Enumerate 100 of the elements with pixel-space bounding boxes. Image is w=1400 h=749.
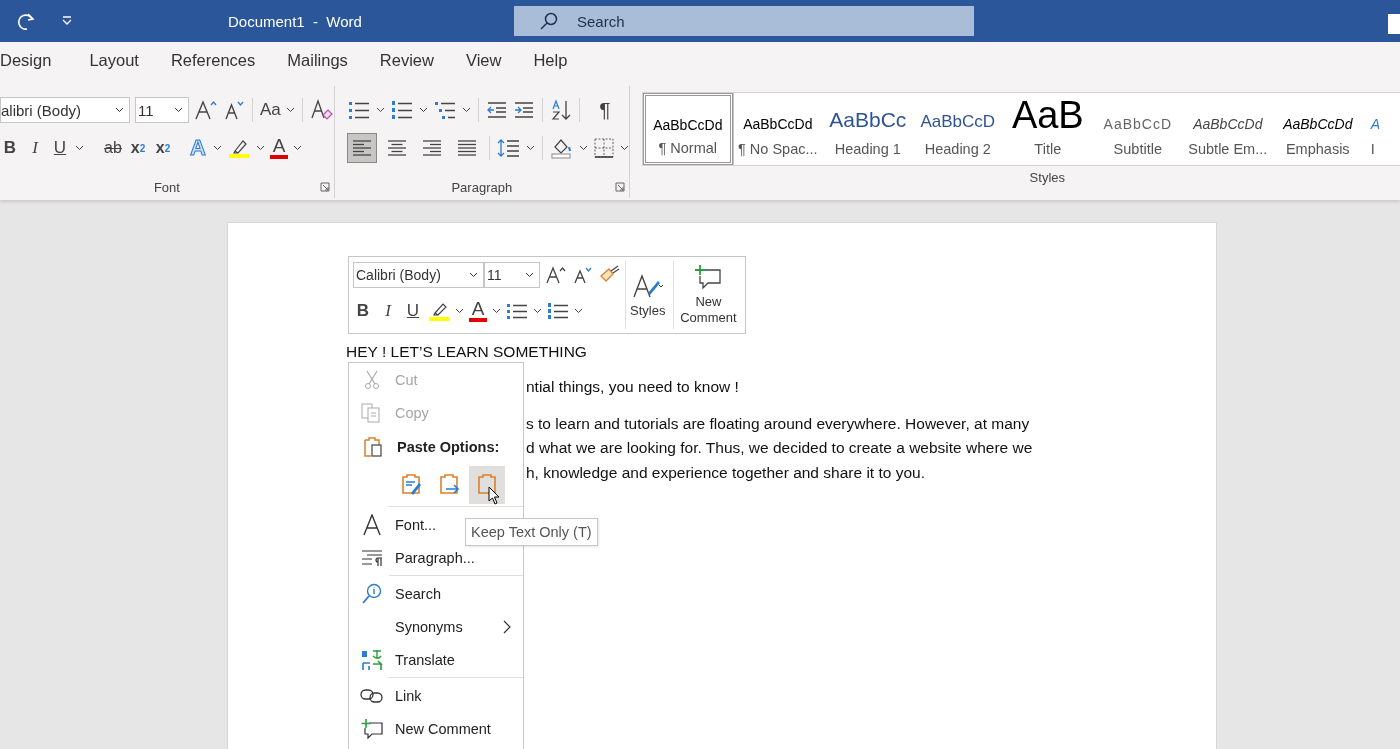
caret-icon[interactable] [375,107,385,113]
new-comment-icon [361,718,383,739]
menu-item[interactable]: Link [349,679,523,712]
ribbon-tab[interactable]: Review [363,42,450,82]
bullets-icon[interactable] [506,301,528,321]
ribbon-tab[interactable]: References [154,42,272,82]
caret-icon[interactable] [418,107,428,113]
underline-button[interactable]: U [403,298,423,324]
font-size-field[interactable]: 11 [484,262,540,288]
search-icon [361,582,383,605]
caret-icon[interactable] [213,145,222,151]
styles-button[interactable]: Styles [625,261,670,329]
align-icon [421,139,442,157]
style-item[interactable]: AaB Title [1002,93,1093,165]
group-label: Font [153,179,180,195]
style-item[interactable]: A I [1362,93,1400,165]
font-name-field[interactable]: Calibri (Body) [353,262,484,288]
caret-icon[interactable] [293,145,302,151]
sort-icon[interactable] [549,99,572,121]
align-button[interactable] [346,133,377,163]
menu-heading: Paste Options: [397,439,500,455]
grow-font-icon[interactable] [545,265,567,285]
caret-icon[interactable] [525,145,535,151]
menu-item[interactable]: Synonyms [349,610,523,643]
ribbon-tab[interactable]: View [449,42,518,82]
italic-button[interactable]: I [378,298,398,324]
paragraph-icon [361,548,383,567]
document-text: d what we are looking for. Thus, we decided to create a website where we [526,438,1033,458]
align-icon [456,139,477,157]
new-comment-icon [694,264,723,290]
paste-option-button[interactable] [469,466,505,504]
caret-icon[interactable] [461,107,471,113]
font-name-field[interactable]: alibri (Body) [0,97,130,123]
style-item[interactable]: AaBbCcDd Subtle Em... [1182,93,1273,165]
italic-button[interactable]: I [25,135,45,161]
scissors-icon [363,369,381,390]
shading-icon[interactable] [549,137,574,159]
font-size-field[interactable]: 11 [135,97,189,123]
underline-button[interactable]: U [50,135,70,161]
document-text: ntial things, you need to know ! [526,377,739,397]
font-color-button[interactable]: A [270,137,288,159]
increase-indent-icon[interactable] [512,100,535,120]
caret-icon[interactable] [75,145,84,151]
clipboard-icon [437,473,461,497]
clear-formatting-icon[interactable] [309,98,334,122]
window-title: Document1 - Word [228,12,363,30]
caret-icon[interactable] [256,145,265,151]
numbering-icon[interactable] [547,301,569,321]
caret-icon[interactable] [578,145,588,151]
caret-icon[interactable] [455,308,464,314]
ribbon-tab[interactable]: Layout [73,42,155,82]
caret-icon[interactable] [574,308,583,314]
group-label: Paragraph [451,179,513,195]
copy-icon [361,402,383,423]
bold-button[interactable]: B [353,298,373,324]
show-marks-button[interactable]: ¶ [594,97,615,123]
style-item[interactable]: AaBbCcD Heading 2 [912,93,1003,165]
multilevel-list-icon[interactable] [432,99,457,121]
customize-caret-icon[interactable] [61,16,73,26]
line-spacing-icon[interactable] [496,137,521,159]
caret-icon[interactable] [285,107,295,113]
caret-icon[interactable] [619,145,629,151]
style-item[interactable]: AaBbCcDd ¶ Normal [642,93,733,165]
style-item[interactable]: AaBbCc Heading 1 [822,93,913,165]
ribbon-tab[interactable]: Help [517,42,584,82]
new-comment-button[interactable]: New Comment [673,261,743,329]
mouse-pointer-icon [488,486,500,505]
dialog-launcher-icon[interactable] [614,182,625,192]
translate-icon [361,648,383,671]
ribbon-tab[interactable]: Design [0,42,68,82]
font-color-button[interactable]: A [469,300,487,322]
grow-font-icon[interactable] [194,99,218,121]
clipboard-icon [399,473,423,497]
shrink-font-icon[interactable] [572,265,594,285]
style-item[interactable]: AaBbCcDd ¶ No Spac... [732,93,823,165]
strikethrough-button[interactable]: ab [103,135,123,161]
letter-a-icon [362,513,382,536]
caret-icon[interactable] [492,308,501,314]
decrease-indent-icon[interactable] [485,100,508,120]
bold-button[interactable]: B [0,135,20,161]
shrink-font-icon[interactable] [223,99,245,121]
style-item[interactable]: AaBbCcDd Emphasis [1272,93,1363,165]
dialog-launcher-icon[interactable] [319,182,330,192]
menu-item[interactable]: New Comment [349,712,523,745]
document-text: s to learn and tutorials are floating around everywhere. However, at many [526,413,1030,434]
numbering-icon[interactable] [389,99,414,121]
highlighter-icon[interactable] [428,301,450,321]
document-heading: HEY ! LET’S LEARN SOMETHING [346,343,587,361]
bullets-icon[interactable] [346,99,371,121]
caret-icon[interactable] [533,308,542,314]
search-field[interactable]: Search [514,6,974,36]
borders-icon[interactable] [592,137,615,159]
search-icon [539,11,559,31]
menu-item[interactable]: Search [349,577,523,610]
redo-icon[interactable] [15,10,37,32]
ribbon-tab[interactable]: Mailings [271,42,364,82]
menu-item[interactable]: Translate [349,643,523,676]
change-case-button[interactable]: Aa [260,97,281,123]
group-label: Styles [1029,169,1065,185]
style-item[interactable]: AaBbCcD Subtitle [1092,93,1183,165]
